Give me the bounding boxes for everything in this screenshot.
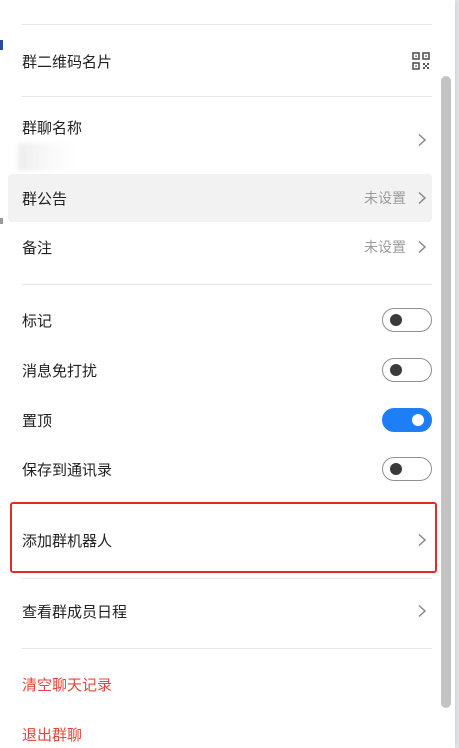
background-edge-mark [0, 218, 3, 224]
divider [22, 578, 432, 579]
announcement-label: 群公告 [22, 189, 68, 208]
announcement-value: 未设置 [364, 191, 406, 207]
divider [22, 96, 432, 97]
chevron-right-icon [418, 240, 427, 254]
save-contacts-label: 保存到通讯录 [22, 460, 113, 479]
clear-history-label: 清空聊天记录 [22, 675, 113, 694]
announcement-row[interactable]: 群公告 未设置 [8, 174, 432, 222]
group-settings-panel: 群二维码名片 群聊名称 群公告 未设置 备注 未设置 标记 消息免打扰 置顶 保… [0, 0, 455, 748]
mute-toggle[interactable] [382, 358, 432, 382]
chevron-right-icon [418, 533, 427, 547]
background-edge-mark [0, 40, 3, 50]
qr-card-label: 群二维码名片 [22, 52, 113, 71]
divider [22, 284, 432, 285]
toggle-knob [412, 414, 424, 426]
leave-group-label: 退出群聊 [22, 725, 83, 744]
divider [22, 24, 432, 25]
leave-group-row[interactable]: 退出群聊 [8, 710, 432, 748]
remark-value: 未设置 [364, 240, 406, 256]
member-schedule-row[interactable]: 查看群成员日程 [8, 587, 432, 635]
save-contacts-toggle[interactable] [382, 457, 432, 481]
remark-label: 备注 [22, 238, 53, 257]
save-contacts-row: 保存到通讯录 [8, 445, 432, 493]
blurred-group-name [18, 143, 78, 171]
mark-toggle[interactable] [382, 308, 432, 332]
divider [22, 648, 432, 649]
mark-row: 标记 [8, 296, 432, 344]
chevron-right-icon [418, 604, 427, 618]
toggle-knob [390, 364, 402, 376]
add-bot-label: 添加群机器人 [22, 531, 113, 550]
pin-label: 置顶 [22, 411, 53, 430]
mute-row: 消息免打扰 [8, 346, 432, 394]
scrollbar-thumb[interactable] [441, 76, 451, 708]
qr-card-row[interactable]: 群二维码名片 [8, 37, 432, 85]
clear-history-row[interactable]: 清空聊天记录 [8, 660, 432, 708]
qr-code-icon [412, 52, 430, 70]
pin-toggle[interactable] [382, 408, 432, 432]
mute-label: 消息免打扰 [22, 361, 98, 380]
pin-row: 置顶 [8, 396, 432, 444]
add-bot-row[interactable]: 添加群机器人 [8, 516, 432, 564]
remark-row[interactable]: 备注 未设置 [8, 223, 432, 271]
toggle-knob [390, 463, 402, 475]
member-schedule-label: 查看群成员日程 [22, 602, 128, 621]
toggle-knob [390, 314, 402, 326]
mark-label: 标记 [22, 311, 53, 330]
group-name-label: 群聊名称 [22, 119, 83, 137]
chevron-right-icon [418, 133, 427, 147]
chevron-right-icon [418, 191, 427, 205]
